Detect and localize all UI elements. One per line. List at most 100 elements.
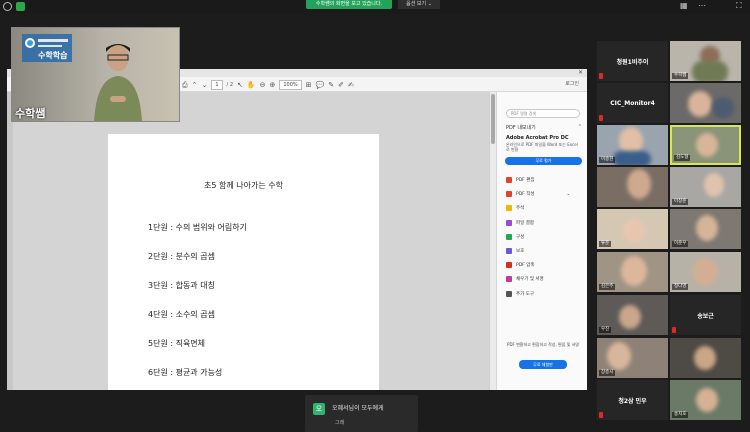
zoom-in-icon[interactable]: ⊕ <box>269 79 275 91</box>
more-icon[interactable]: ⋯ <box>698 1 706 11</box>
chevron-up-icon: ⌃ <box>577 124 582 130</box>
trial-button[interactable]: 무료 체험판 <box>519 360 567 369</box>
zoom-meeting-window: 수학쌤의 화면을 보고 있습니다. 옵션 보기 ⌄ ▦ ⋯ ⛶ ✕ ⎙ ⌃ ⌄ … <box>0 0 750 432</box>
share-status-badge: 수학쌤의 화면을 보고 있습니다. <box>306 0 392 9</box>
page-up-icon[interactable]: ⌃ <box>192 79 198 91</box>
participant-tile[interactable]: 류준 <box>597 209 668 249</box>
document-scrollbar[interactable] <box>489 92 496 390</box>
product-name: Adobe Acrobat Pro DC <box>506 135 569 141</box>
edit-pdf-icon <box>506 177 512 184</box>
host-video[interactable]: 수학학습 수학쌤 <box>11 27 180 122</box>
muted-mic-icon <box>672 327 676 333</box>
participant-tile[interactable]: 청2삼 민우 <box>597 380 668 420</box>
page-total: / 2 <box>226 82 234 88</box>
tool-comment[interactable]: 주석 <box>506 201 570 215</box>
participant-tile[interactable]: 수학쌤 <box>670 41 741 81</box>
hand-icon[interactable]: ✋ <box>247 79 256 91</box>
participant-video <box>619 305 641 329</box>
muted-mic-icon <box>599 73 603 79</box>
select-cursor-icon[interactable]: ↖ <box>237 79 243 91</box>
pdf-command-search-input[interactable]: PDF 명령 검색 <box>506 109 580 118</box>
promo-text: PDF 변환하고 편집하고 작성, 편집 및 서명 <box>507 342 579 347</box>
page-number-input[interactable]: 1 <box>211 80 223 90</box>
zoom-out-icon[interactable]: ⊖ <box>260 79 266 91</box>
tool-organize[interactable]: 구성 <box>506 230 570 244</box>
tool-create-pdf[interactable]: PDF 작성 ⌄ <box>506 187 570 201</box>
pen-icon[interactable]: ✎ <box>328 79 334 91</box>
unit-item: 1단원 : 수의 범위와 어림하기 <box>148 223 247 232</box>
chat-notification[interactable]: 오 오혜서님이 모두에게 그래 <box>305 395 418 432</box>
tool-combine[interactable]: 파일 결합 <box>506 216 570 230</box>
meeting-topbar: 수학쌤의 화면을 보고 있습니다. 옵션 보기 ⌄ ▦ ⋯ ⛶ <box>0 0 750 14</box>
participant-tile[interactable]: 송지호 <box>670 380 741 420</box>
scrollbar-thumb[interactable] <box>491 94 495 144</box>
compress-icon <box>506 262 512 269</box>
protect-icon <box>506 248 512 255</box>
participant-tile[interactable]: 이준우 <box>670 209 741 249</box>
participant-video <box>694 346 716 370</box>
unit-item: 4단원 : 소수의 곱셈 <box>148 310 215 319</box>
muted-mic-icon <box>599 412 603 418</box>
participant-tile[interactable]: 이송현 <box>597 125 668 165</box>
sender-avatar: 오 <box>313 403 325 415</box>
tool-edit-pdf[interactable]: PDF 편집 <box>506 173 570 187</box>
participant-video <box>704 173 724 197</box>
participant-tile[interactable]: 송보근 <box>670 295 741 335</box>
view-options-button[interactable]: 옵션 보기 ⌄ <box>398 0 440 9</box>
participant-tile-active-speaker[interactable]: 김도형 <box>670 125 741 165</box>
participant-video <box>688 91 712 117</box>
tool-fill-sign[interactable]: 채우기 및 서명 <box>506 272 570 286</box>
export-pdf-header[interactable]: PDF 내보내기 ⌃ <box>506 124 582 131</box>
speaker-view-icon[interactable]: ▦ <box>680 1 688 11</box>
participant-video <box>692 258 718 286</box>
pdf-page: 초5 함께 나아가는 수학 1단원 : 수의 범위와 어림하기 2단원 : 분수… <box>108 134 379 390</box>
participant-tile[interactable]: 장송시 <box>597 338 668 378</box>
acrobat-tools-pane: PDF 명령 검색 PDF 내보내기 ⌃ Adobe Acrobat Pro D… <box>496 92 587 390</box>
participant-video <box>696 133 718 157</box>
host-person <box>94 44 142 121</box>
fullscreen-icon[interactable]: ⛶ <box>736 1 742 11</box>
organize-icon <box>506 233 512 240</box>
more-tools-icon <box>506 290 512 297</box>
tool-protect[interactable]: 보호 <box>506 244 570 258</box>
host-name-label: 수학쌤 <box>15 107 46 120</box>
unit-item: 5단원 : 직육면체 <box>148 339 206 348</box>
chat-sender: 오혜서님이 모두에게 <box>332 405 384 412</box>
participant-tile[interactable]: 우진 <box>597 295 668 335</box>
tool-compress[interactable]: PDF 압축 <box>506 258 570 272</box>
svg-text:수학학습: 수학학습 <box>38 50 68 60</box>
sign-icon[interactable]: ✍ <box>348 79 354 91</box>
chat-message: 그래 <box>335 420 345 426</box>
participant-tile[interactable] <box>597 167 668 207</box>
info-icon[interactable] <box>3 2 12 11</box>
login-link[interactable]: 로그인 <box>565 80 579 87</box>
print-icon[interactable]: ⎙ <box>182 79 188 91</box>
zoom-select[interactable]: 100% <box>279 80 302 90</box>
free-trial-button[interactable]: 무료 평가 <box>505 157 582 165</box>
participant-tile[interactable]: 정다영 <box>670 252 741 292</box>
tool-more[interactable]: 추가 도구 <box>506 287 570 301</box>
comment-icon[interactable]: 💬 <box>316 79 325 91</box>
school-logo: 수학학습 <box>22 34 72 62</box>
participant-tile[interactable]: 김은주 <box>597 252 668 292</box>
acrobat-toolbar: ⎙ ⌃ ⌄ 1 / 2 ↖ ✋ ⊖ ⊕ 100% ⊞ 💬 ✎ ✐ ✍ <box>182 78 354 92</box>
participant-tile[interactable] <box>670 338 741 378</box>
combine-icon <box>506 219 512 226</box>
unit-item: 3단원 : 합동과 대칭 <box>148 281 215 290</box>
participant-video <box>627 169 651 199</box>
participant-tile[interactable]: 청원1비주이 <box>597 41 668 81</box>
fit-icon[interactable]: ⊞ <box>306 79 312 91</box>
tool-list: PDF 편집 PDF 작성 ⌄ 주석 파일 결합 구성 보호 PDF 압축 채우기… <box>506 173 570 301</box>
participant-tile[interactable]: 아창준 <box>670 167 741 207</box>
shield-icon[interactable] <box>16 2 25 11</box>
participant-tile[interactable]: CIC_Monitor4 <box>597 83 668 123</box>
close-icon[interactable]: ✕ <box>578 69 583 76</box>
page-down-icon[interactable]: ⌄ <box>201 79 207 91</box>
participant-tile[interactable] <box>670 83 741 123</box>
unit-item: 6단원 : 평균과 가능성 <box>148 368 223 377</box>
muted-mic-icon <box>599 115 603 121</box>
document-viewport: 초5 함께 나아가는 수학 1단원 : 수의 범위와 어림하기 2단원 : 분수… <box>7 92 489 390</box>
highlight-icon[interactable]: ✐ <box>338 79 344 91</box>
participant-video <box>696 215 718 241</box>
participant-video <box>621 256 647 286</box>
